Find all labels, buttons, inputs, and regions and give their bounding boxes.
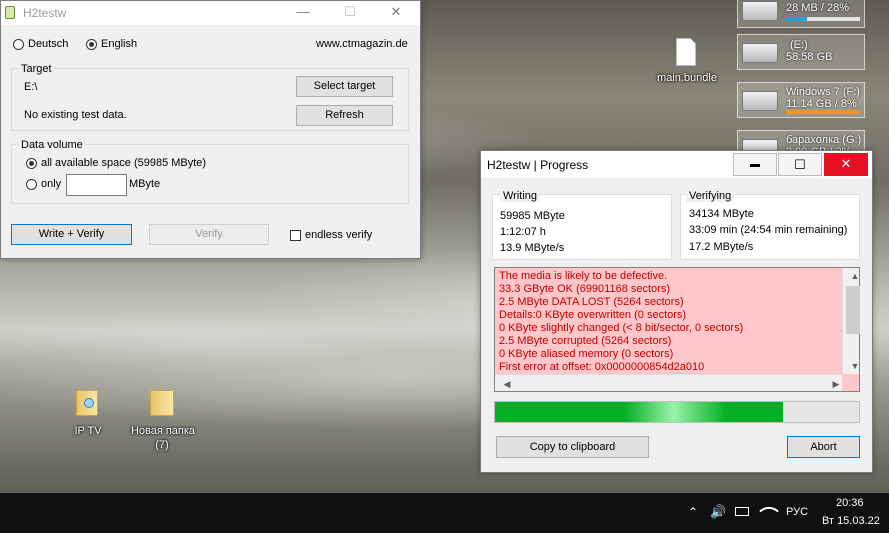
clock-time[interactable]: 20:36 [836,497,864,509]
scroll-down-icon[interactable]: ▼ [843,360,863,373]
progress-fill [495,402,783,422]
drive-info: 58.58 GB [786,51,833,63]
file-icon[interactable] [676,38,696,66]
drive-name: барахолка (G:) [786,134,862,146]
writing-speed: 13.9 MByte/s [500,242,565,254]
target-group-label: Target [19,63,54,75]
progress-bar [494,401,860,423]
log-line: First error at offset: 0x0000000854d2a01… [499,361,705,373]
only-radio[interactable] [26,179,37,190]
log-line: Details:0 KByte overwritten (0 sectors) [499,309,687,321]
english-radio[interactable] [86,39,97,50]
drive-icon [742,1,778,21]
drive-tile[interactable]: 28 MB / 28% [737,0,865,28]
deutsch-label: Deutsch [28,38,69,50]
taskbar: ⌃ 🔊 РУС 20:36 Вт 15.03.22 [0,493,889,533]
close-button[interactable]: ✕ [373,1,419,25]
main-window: H2testw — ☐ ✕ Deutsch English www.ctmaga… [0,0,421,259]
close-button[interactable]: ✕ [824,153,868,176]
usb-drive-icon [742,43,778,63]
main-titlebar[interactable]: H2testw — ☐ ✕ [1,1,420,25]
progress-titlebar[interactable]: H2testw | Progress ▬ ☐ ✕ [481,151,872,178]
writing-time: 1:12:07 h [500,226,546,238]
minimize-button[interactable]: — [280,1,326,25]
media-icon [84,398,94,408]
drive-usage-bar [786,17,860,21]
maximize-button[interactable]: ☐ [778,153,822,176]
select-target-button[interactable]: Select target [296,76,393,97]
deutsch-radio[interactable] [13,39,24,50]
data-volume-label: Data volume [19,139,85,151]
verifying-label: Verifying [686,190,735,202]
verifying-amount: 34134 MByte [689,208,754,220]
battery-icon[interactable] [735,507,749,516]
desktop-icon-label[interactable]: main.bundle [648,72,726,84]
maximize-button[interactable]: ☐ [327,1,373,25]
progress-window: H2testw | Progress ▬ ☐ ✕ Writing 59985 M… [480,150,873,473]
scroll-thumb[interactable] [846,286,860,334]
target-path: E:\ [24,81,38,93]
log-line: 0 KByte aliased memory (0 sectors) [499,348,674,360]
log-line: 2.5 MByte DATA LOST (5264 sectors) [499,296,684,308]
desktop-icon-label[interactable]: Новая папка [122,425,204,437]
drive-name: Windows 7 (F:) [786,86,860,98]
chevron-up-icon[interactable]: ⌃ [688,505,698,519]
scroll-up-icon[interactable]: ▲ [843,270,863,283]
window-title: H2testw | Progress [487,158,589,172]
test-data-status: No existing test data. [24,109,127,121]
hard-drive-icon [742,91,778,111]
log-vertical-scrollbar[interactable]: ▲ ▼ [842,268,860,374]
log-line: 2.5 MByte corrupted (5264 sectors) [499,335,672,347]
scroll-left-icon[interactable]: ◀ [498,378,512,391]
results-log[interactable]: The media is likely to be defective. 33.… [494,267,860,392]
all-space-radio[interactable] [26,158,37,169]
verify-button[interactable]: Verify [149,224,269,245]
drive-info: 11.14 GB / 8% [786,98,857,110]
writing-label: Writing [500,190,541,202]
english-label: English [101,38,138,50]
scroll-right-icon[interactable]: ▶ [827,378,841,391]
volume-icon[interactable]: 🔊 [710,504,726,520]
drive-name: (E:) [790,39,808,51]
log-line: 0 KByte slightly changed (< 8 bit/sector… [499,322,744,334]
endless-verify-checkbox[interactable] [290,230,301,241]
window-title: H2testw [23,6,67,20]
input-language[interactable]: РУС [786,506,808,518]
folder-icon[interactable] [150,390,174,416]
drive-usage-bar [786,110,860,114]
refresh-button[interactable]: Refresh [296,105,393,126]
desktop-icon-label[interactable]: (7) [148,439,176,451]
log-line: The media is likely to be defective. [499,270,668,282]
mbyte-label: MByte [129,178,161,190]
copy-to-clipboard-button[interactable]: Copy to clipboard [496,436,649,458]
write-verify-button[interactable]: Write + Verify [11,224,132,245]
drive-info: 28 MB / 28% [786,2,849,14]
abort-button[interactable]: Abort [787,436,860,458]
endless-verify-label: endless verify [305,229,373,241]
writing-amount: 59985 MByte [500,210,565,222]
log-horizontal-scrollbar[interactable]: ◀ ▶ [495,374,842,391]
mbyte-input[interactable] [66,174,127,196]
app-icon [5,6,15,19]
desktop-icon-label[interactable]: IP TV [60,425,116,437]
verifying-speed: 17.2 MByte/s [689,241,754,253]
minimize-button[interactable]: ▬ [733,153,777,176]
drive-tile[interactable]: (E:) 58.58 GB [737,34,865,70]
wifi-icon[interactable] [759,501,779,521]
all-space-label: all available space (59985 MByte) [41,157,207,169]
drive-tile[interactable]: Windows 7 (F:) 11.14 GB / 8% [737,82,865,118]
verifying-time: 33:09 min (24:54 min remaining) [689,224,848,236]
clock-date[interactable]: Вт 15.03.22 [822,515,880,527]
website-label: www.ctmagazin.de [316,38,408,50]
log-line: 33.3 GByte OK (69901168 sectors) [499,283,670,295]
only-label: only [41,178,62,190]
